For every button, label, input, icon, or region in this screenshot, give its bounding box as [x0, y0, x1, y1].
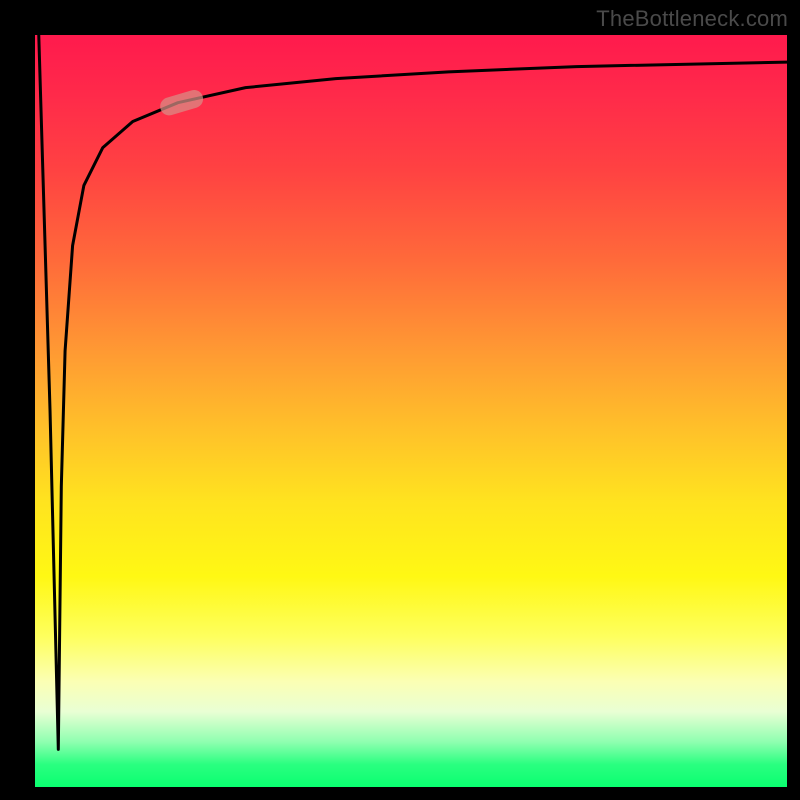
plot-background: [35, 35, 787, 787]
watermark-text: TheBottleneck.com: [596, 6, 788, 32]
